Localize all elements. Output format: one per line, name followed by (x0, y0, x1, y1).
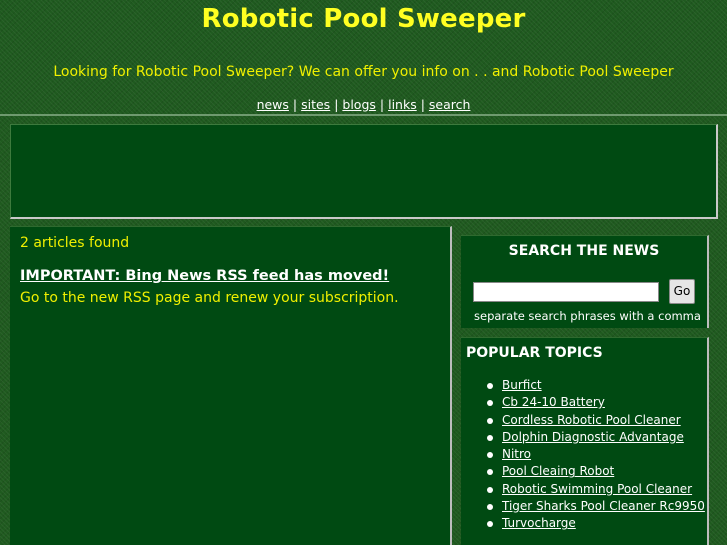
list-item: Dolphin Diagnostic Advantage (461, 430, 705, 447)
header-divider (0, 114, 727, 116)
nav-link-sites[interactable]: sites (301, 97, 330, 112)
bullet-icon (487, 504, 493, 511)
bullet-icon (487, 452, 493, 459)
topic-link[interactable]: Turvocharge (502, 516, 576, 530)
search-input[interactable] (473, 282, 659, 302)
topic-link[interactable]: Cordless Robotic Pool Cleaner (502, 413, 681, 427)
popular-topics-heading: POPULAR TOPICS (466, 345, 603, 361)
site-tagline: Looking for Robotic Pool Sweeper? We can… (53, 64, 674, 80)
bullet-icon (487, 434, 493, 441)
article-title-link[interactable]: IMPORTANT: Bing News RSS feed has moved! (20, 268, 389, 284)
nav-link-links[interactable]: links (388, 97, 417, 112)
list-item: Nitro (461, 447, 705, 464)
search-panel: SEARCH THE NEWS Go separate search phras… (461, 235, 709, 328)
topic-link[interactable]: Tiger Sharks Pool Cleaner Rc9950 (502, 499, 705, 513)
banner-area (10, 124, 718, 219)
nav-separator: | (420, 97, 425, 112)
nav-link-news[interactable]: news (257, 97, 289, 112)
nav-separator: | (334, 97, 339, 112)
topic-link[interactable]: Dolphin Diagnostic Advantage (502, 430, 684, 444)
nav-separator: | (292, 97, 298, 112)
list-item: Pool Cleaing Robot (461, 464, 705, 481)
nav-link-search[interactable]: search (429, 97, 471, 112)
topic-link[interactable]: Burfict (502, 378, 542, 392)
site-title: Robotic Pool Sweeper (201, 4, 526, 34)
list-item: Robotic Swimming Pool Cleaner (461, 482, 705, 499)
popular-topics-panel: POPULAR TOPICS Burfict Cb 24-10 Battery … (461, 337, 709, 545)
list-item: Cb 24-10 Battery (461, 395, 705, 412)
search-hint: separate search phrases with a comma (474, 309, 701, 323)
topic-link[interactable]: Robotic Swimming Pool Cleaner (502, 482, 692, 496)
nav-link-blogs[interactable]: blogs (342, 97, 376, 112)
topic-link[interactable]: Cb 24-10 Battery (502, 395, 605, 409)
bullet-icon (487, 400, 493, 407)
list-item: Turvocharge (461, 516, 705, 533)
page-header: Robotic Pool Sweeper Looking for Robotic… (0, 0, 727, 115)
bullet-icon (487, 469, 493, 476)
nav-separator: | (379, 97, 385, 112)
topic-link[interactable]: Nitro (502, 447, 531, 461)
top-nav: news | sites | blogs | links | search (0, 97, 727, 112)
bullet-icon (487, 417, 493, 424)
topic-link[interactable]: Pool Cleaing Robot (502, 464, 614, 478)
bullet-icon (487, 383, 493, 389)
article-count: 2 articles found (20, 235, 130, 251)
bullet-icon (487, 486, 493, 493)
search-go-button[interactable]: Go (669, 279, 695, 304)
bullet-icon (487, 521, 493, 528)
search-heading: SEARCH THE NEWS (508, 243, 660, 259)
main-content: 2 articles found IMPORTANT: Bing News RS… (10, 226, 452, 545)
list-item: Burfict (461, 378, 705, 395)
article-description: Go to the new RSS page and renew your su… (20, 290, 399, 306)
list-item: Cordless Robotic Pool Cleaner (461, 413, 705, 430)
topics-list: Burfict Cb 24-10 Battery Cordless Roboti… (461, 378, 705, 534)
list-item: Tiger Sharks Pool Cleaner Rc9950 (461, 499, 705, 516)
